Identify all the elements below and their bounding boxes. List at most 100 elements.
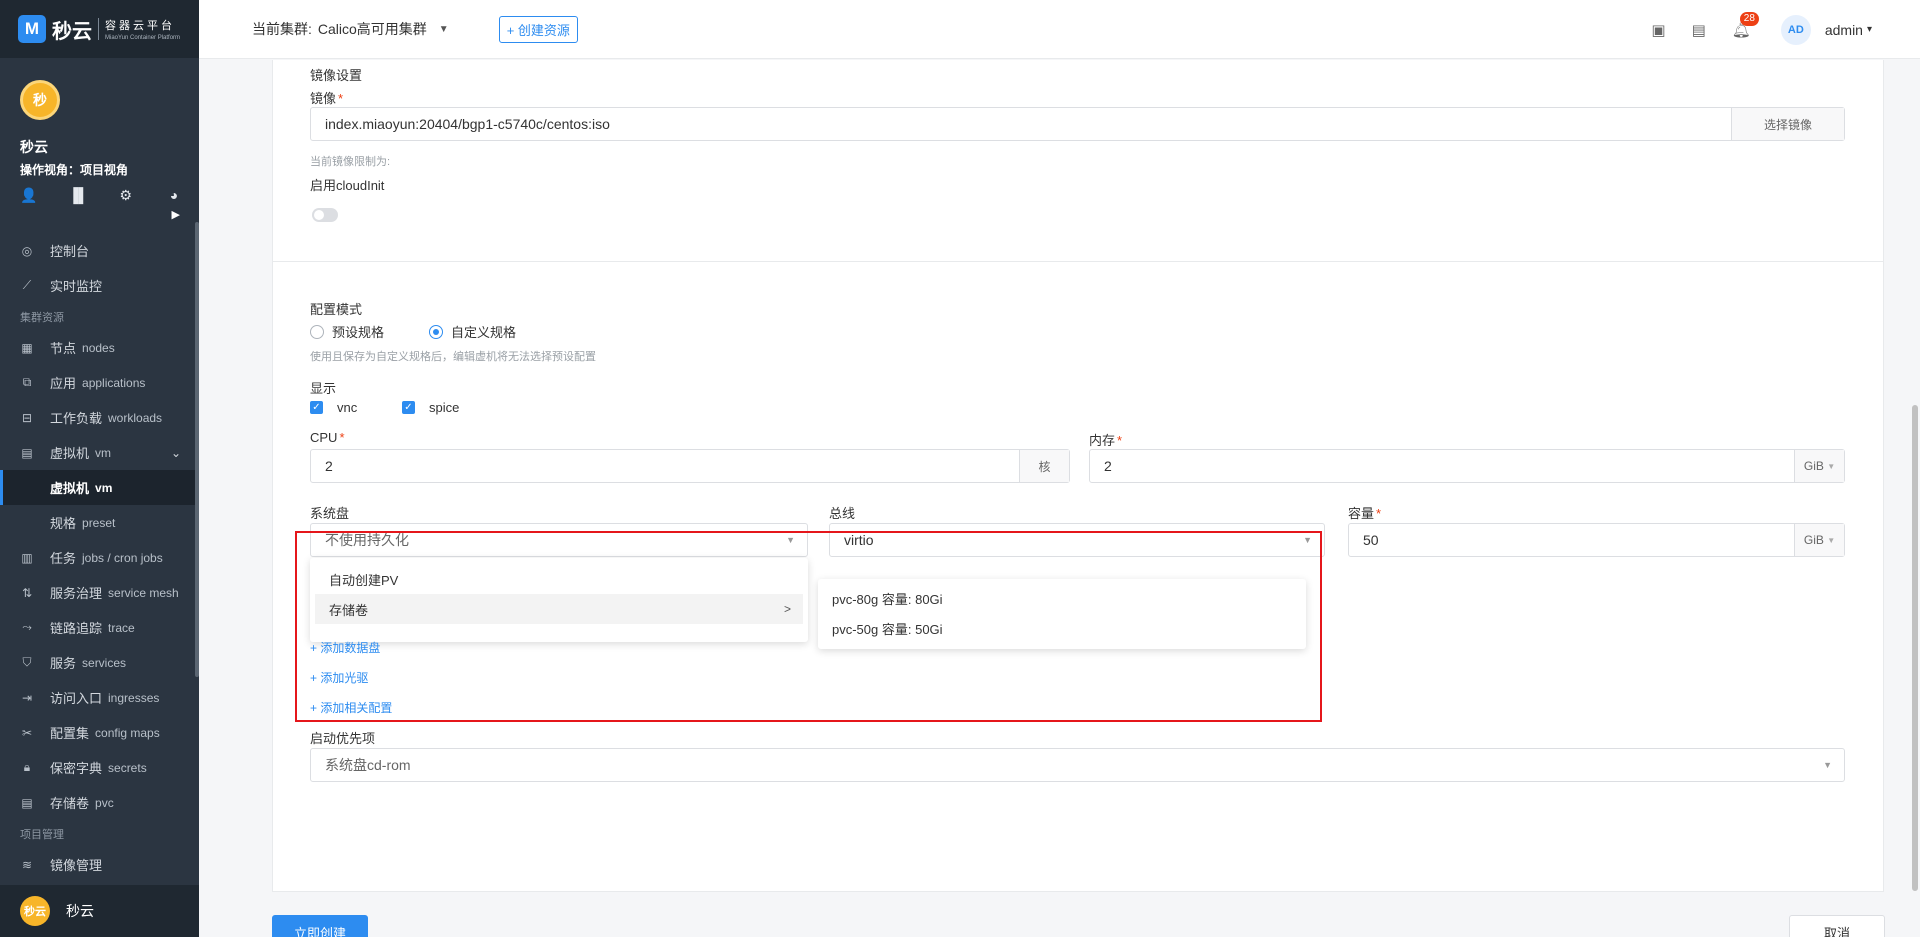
user-menu[interactable]: admin: [1825, 22, 1863, 38]
lock-icon: 🔒︎: [23, 760, 31, 774]
choose-image-button[interactable]: 选择镜像: [1731, 108, 1844, 140]
sidebar-item-sublabel: vm: [95, 480, 113, 495]
sidebar-item-label: 服务: [50, 656, 77, 671]
sidebar-item-ingresses[interactable]: ⇥ 访问入口 ingresses: [0, 680, 199, 715]
footer-name: 秒云: [66, 903, 94, 919]
sidebar: M 秒云 容器云平台 MiaoYun Container Platform 秒 …: [0, 0, 199, 937]
sidebar-item-console[interactable]: ◎ 控制台: [0, 233, 199, 268]
avatar[interactable]: AD: [1780, 14, 1811, 45]
cluster-selector[interactable]: Calico高可用集群: [318, 19, 427, 39]
sidebar-item-sublabel: pvc: [95, 795, 114, 810]
copy-icon: ⧉: [22, 375, 32, 389]
checkbox-spice[interactable]: ✓ spice: [402, 400, 459, 415]
capacity-unit-text: GiB: [1803, 533, 1824, 547]
memory-label: 内存 *: [1089, 430, 1122, 449]
sidebar-item-vm-list[interactable]: 虚拟机 vm: [0, 470, 199, 505]
boot-priority-select[interactable]: 系统盘cd-rom ▼: [310, 748, 1845, 782]
dashboard-icon: ◎: [21, 243, 33, 258]
nav-group-project: 项目管理: [20, 828, 64, 841]
boot-priority-label: 启动优先项: [310, 731, 376, 746]
sidebar-item-secrets[interactable]: 🔒︎ 保密字典 secrets: [0, 750, 199, 785]
sidebar-item-sublabel: jobs / cron jobs: [82, 550, 163, 565]
logo-icon: M: [18, 15, 46, 43]
required-mark: *: [1117, 433, 1123, 448]
gear-icon[interactable]: ⚙: [117, 187, 135, 204]
project-switch-arrow-icon[interactable]: ▶: [172, 208, 180, 221]
memory-input[interactable]: 2 GiB ▼: [1089, 449, 1845, 483]
project-view-label: 操作视角：项目视角: [20, 163, 129, 177]
capacity-unit-select[interactable]: GiB ▼: [1794, 524, 1844, 556]
capacity-label-text: 容量: [1348, 506, 1375, 521]
brand-subtitle: 容器云平台: [105, 20, 175, 32]
checkbox-label: vnc: [337, 400, 358, 415]
sidebar-item-workloads[interactable]: ⊟ 工作负载 workloads: [0, 400, 199, 435]
capacity-label: 容量 *: [1348, 503, 1381, 522]
bell-icon[interactable]: 🔔︎ 28: [1732, 11, 1759, 39]
bar-chart-icon[interactable]: ▐▌: [68, 187, 88, 204]
sidebar-item-pvc[interactable]: ▤ 存储卷 pvc: [0, 785, 199, 820]
cpu-unit: 核: [1019, 450, 1069, 482]
sidebar-item-preset[interactable]: 规格 preset: [0, 505, 199, 540]
radio-custom[interactable]: 自定义规格: [429, 322, 516, 341]
clipboard-icon[interactable]: ▤: [1692, 21, 1706, 39]
project-panel: 秒 秒云 操作视角：项目视角 ▶: [0, 58, 199, 238]
storage-icon: ▤: [21, 795, 33, 810]
sidebar-item-service-mesh[interactable]: ⇅ 服务治理 service mesh: [0, 575, 199, 610]
sidebar-item-services[interactable]: ⛉ 服务 services: [0, 645, 199, 680]
brand-logo[interactable]: M 秒云 容器云平台 MiaoYun Container Platform: [0, 0, 199, 58]
pie-chart-icon[interactable]: ◕: [165, 187, 183, 204]
caret-down-icon[interactable]: ▾: [1867, 24, 1872, 35]
bus-label: 总线: [829, 506, 856, 521]
sidebar-footer[interactable]: 秒云 秒云: [0, 885, 199, 937]
sidebar-item-images[interactable]: ≋ 镜像管理: [0, 847, 199, 882]
config-mode-label: 配置模式: [310, 302, 363, 317]
cluster-label: 当前集群:: [252, 21, 312, 37]
terminal-icon[interactable]: ▣: [1651, 21, 1665, 39]
file-icon: ▥: [21, 550, 33, 565]
required-mark: *: [339, 430, 345, 445]
sidebar-item-label: 镜像管理: [50, 858, 103, 873]
sidebar-item-applications[interactable]: ⧉ 应用 applications: [0, 365, 199, 400]
top-header: 当前集群: Calico高可用集群 ▼ + 创建资源 ▣ ▤ 🔔︎ 28 AD a…: [199, 0, 1920, 59]
sidebar-item-vm[interactable]: ▤ 虚拟机 vm ⌄: [0, 435, 199, 470]
cloudinit-toggle[interactable]: [312, 208, 338, 222]
caret-down-icon[interactable]: ▼: [439, 24, 449, 35]
checkbox-vnc[interactable]: ✓ vnc: [310, 400, 357, 415]
mesh-icon: ⇅: [21, 585, 33, 600]
check-icon: ✓: [310, 401, 323, 414]
image-limit-hint: 当前镜像限制为:: [310, 156, 391, 168]
inbox-icon: ⊟: [21, 410, 33, 425]
radio-preset[interactable]: 预设规格: [310, 322, 384, 341]
sidebar-item-sublabel: vm: [95, 445, 112, 460]
sidebar-item-label: 节点: [50, 341, 77, 356]
nav-group-cluster: 集群资源: [20, 311, 64, 324]
create-resource-button[interactable]: + 创建资源: [498, 15, 578, 43]
sidebar-item-label: 任务: [50, 551, 77, 566]
radio-dot: [310, 324, 324, 339]
radio-label: 自定义规格: [451, 325, 517, 340]
boot-priority-value: 系统盘cd-rom: [325, 757, 411, 773]
project-avatar: 秒: [20, 80, 60, 120]
create-now-button[interactable]: 立即创建: [272, 915, 368, 937]
sidebar-item-sublabel: config maps: [95, 725, 160, 740]
sidebar-item-label: 控制台: [50, 244, 90, 259]
sidebar-item-label: 规格: [50, 516, 77, 531]
cpu-input[interactable]: 2 核: [310, 449, 1070, 483]
capacity-input[interactable]: 50 GiB ▼: [1348, 523, 1845, 557]
main-content: 镜像设置 镜像 * index.miaoyun:20404/bgp1-c5740c…: [199, 60, 1920, 937]
sidebar-item-sublabel: preset: [82, 515, 116, 530]
user-icon[interactable]: 👤: [20, 187, 38, 204]
cancel-button[interactable]: 取消: [1789, 915, 1885, 937]
image-input[interactable]: index.miaoyun:20404/bgp1-c5740c/centos:i…: [310, 107, 1845, 141]
main-scrollbar[interactable]: [1912, 405, 1918, 891]
sidebar-item-config-maps[interactable]: ✂ 配置集 config maps: [0, 715, 199, 750]
required-mark: *: [338, 91, 344, 106]
sidebar-item-monitor[interactable]: ⟋ 实时监控: [0, 268, 199, 303]
memory-unit-select[interactable]: GiB ▼: [1794, 450, 1844, 482]
shield-icon: ⛉: [22, 655, 32, 669]
brand-name: 秒云: [52, 20, 92, 43]
sidebar-item-nodes[interactable]: ▦ 节点 nodes: [0, 330, 199, 365]
sidebar-item-trace[interactable]: ⤳ 链路追踪 trace: [0, 610, 199, 645]
server-icon: ▤: [21, 445, 33, 460]
sidebar-item-jobs[interactable]: ▥ 任务 jobs / cron jobs: [0, 540, 199, 575]
